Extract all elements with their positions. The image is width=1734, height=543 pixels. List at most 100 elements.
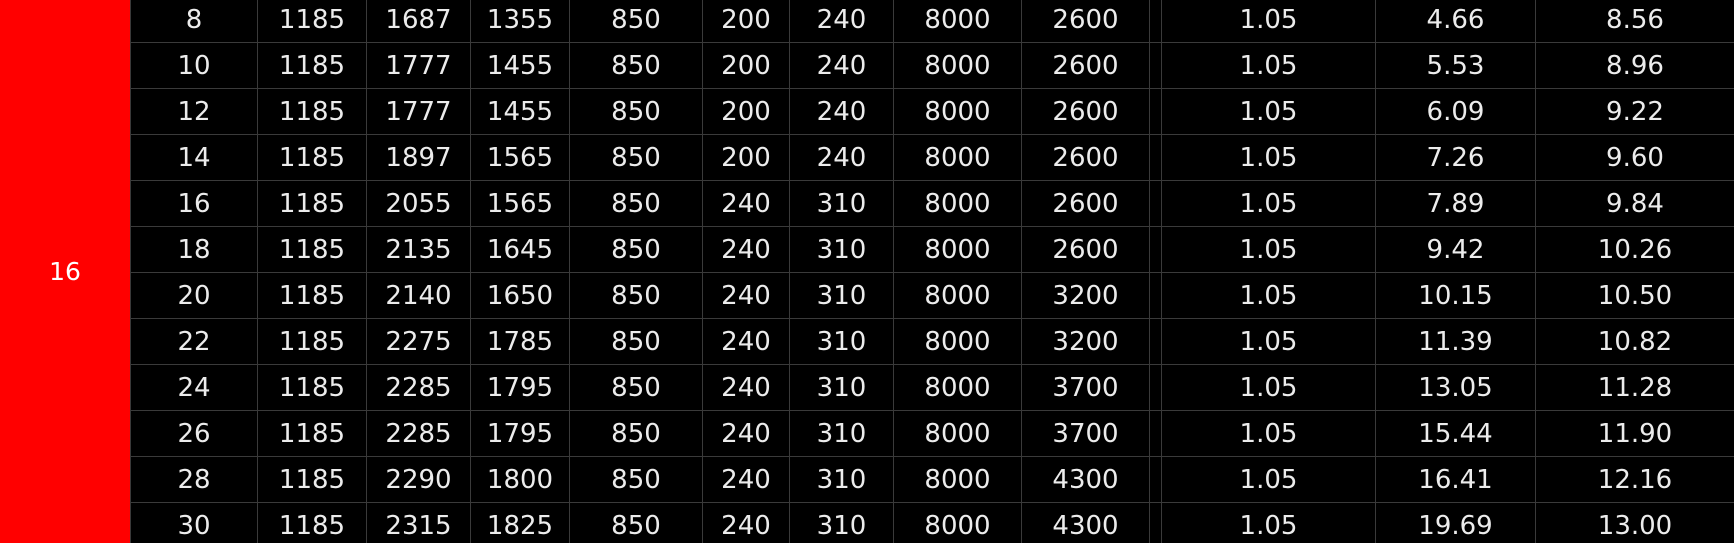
column-separator-cell[interactable]	[1149, 456, 1162, 503]
table-cell[interactable]: 240	[789, 134, 894, 181]
table-cell[interactable]: 9.60	[1535, 134, 1734, 181]
column-separator-cell[interactable]	[1149, 364, 1162, 411]
table-cell[interactable]: 4300	[1021, 456, 1150, 503]
table-cell[interactable]: 1.05	[1161, 0, 1376, 43]
table-cell[interactable]: 1.05	[1161, 134, 1376, 181]
table-cell[interactable]: 1455	[470, 88, 570, 135]
table-cell[interactable]: 240	[702, 410, 790, 457]
table-cell[interactable]: 7.89	[1375, 180, 1536, 227]
table-cell[interactable]: 8	[130, 0, 258, 43]
table-cell[interactable]: 240	[789, 42, 894, 89]
table-cell[interactable]: 1777	[366, 42, 471, 89]
table-cell[interactable]: 22	[130, 318, 258, 365]
table-cell[interactable]: 310	[789, 272, 894, 319]
merged-group-cell[interactable]: 16	[0, 0, 130, 543]
table-cell[interactable]: 28	[130, 456, 258, 503]
table-cell[interactable]: 1.05	[1161, 502, 1376, 543]
column-separator-cell[interactable]	[1149, 134, 1162, 181]
table-cell[interactable]: 8000	[893, 318, 1022, 365]
table-cell[interactable]: 4.66	[1375, 0, 1536, 43]
table-cell[interactable]: 240	[702, 180, 790, 227]
table-cell[interactable]: 1185	[257, 318, 367, 365]
table-cell[interactable]: 1.05	[1161, 364, 1376, 411]
table-cell[interactable]: 1687	[366, 0, 471, 43]
table-cell[interactable]: 1777	[366, 88, 471, 135]
table-cell[interactable]: 1185	[257, 226, 367, 273]
table-cell[interactable]: 850	[569, 180, 703, 227]
column-separator-cell[interactable]	[1149, 318, 1162, 365]
table-cell[interactable]: 3200	[1021, 272, 1150, 319]
table-cell[interactable]: 8000	[893, 226, 1022, 273]
table-cell[interactable]: 850	[569, 0, 703, 43]
table-cell[interactable]: 1185	[257, 134, 367, 181]
table-cell[interactable]: 8000	[893, 410, 1022, 457]
table-cell[interactable]: 1.05	[1161, 272, 1376, 319]
table-cell[interactable]: 4300	[1021, 502, 1150, 543]
table-cell[interactable]: 850	[569, 502, 703, 543]
table-cell[interactable]: 850	[569, 42, 703, 89]
table-cell[interactable]: 240	[789, 0, 894, 43]
table-cell[interactable]: 3700	[1021, 410, 1150, 457]
table-cell[interactable]: 850	[569, 272, 703, 319]
table-cell[interactable]: 1.05	[1161, 318, 1376, 365]
table-cell[interactable]: 1.05	[1161, 226, 1376, 273]
table-cell[interactable]: 1645	[470, 226, 570, 273]
table-cell[interactable]: 8.96	[1535, 42, 1734, 89]
column-separator-cell[interactable]	[1149, 410, 1162, 457]
table-cell[interactable]: 310	[789, 410, 894, 457]
table-cell[interactable]: 310	[789, 318, 894, 365]
table-cell[interactable]: 2290	[366, 456, 471, 503]
table-cell[interactable]: 9.84	[1535, 180, 1734, 227]
table-cell[interactable]: 240	[702, 272, 790, 319]
table-cell[interactable]: 12	[130, 88, 258, 135]
table-cell[interactable]: 1.05	[1161, 180, 1376, 227]
table-cell[interactable]: 240	[702, 364, 790, 411]
table-cell[interactable]: 8000	[893, 456, 1022, 503]
table-cell[interactable]: 1185	[257, 502, 367, 543]
table-cell[interactable]: 10.26	[1535, 226, 1734, 273]
table-cell[interactable]: 2315	[366, 502, 471, 543]
column-separator-cell[interactable]	[1149, 502, 1162, 543]
table-cell[interactable]: 8000	[893, 134, 1022, 181]
table-cell[interactable]: 2285	[366, 364, 471, 411]
table-cell[interactable]: 200	[702, 0, 790, 43]
table-cell[interactable]: 2135	[366, 226, 471, 273]
table-cell[interactable]: 310	[789, 364, 894, 411]
table-cell[interactable]: 1800	[470, 456, 570, 503]
table-cell[interactable]: 240	[702, 226, 790, 273]
table-cell[interactable]: 850	[569, 88, 703, 135]
table-cell[interactable]: 8000	[893, 42, 1022, 89]
table-cell[interactable]: 8000	[893, 364, 1022, 411]
table-cell[interactable]: 240	[789, 88, 894, 135]
column-separator-cell[interactable]	[1149, 0, 1162, 43]
table-cell[interactable]: 1185	[257, 456, 367, 503]
table-cell[interactable]: 200	[702, 42, 790, 89]
table-cell[interactable]: 200	[702, 88, 790, 135]
table-cell[interactable]: 1.05	[1161, 410, 1376, 457]
table-cell[interactable]: 1.05	[1161, 42, 1376, 89]
table-cell[interactable]: 18	[130, 226, 258, 273]
table-cell[interactable]: 14	[130, 134, 258, 181]
table-cell[interactable]: 15.44	[1375, 410, 1536, 457]
table-cell[interactable]: 5.53	[1375, 42, 1536, 89]
table-cell[interactable]: 1.05	[1161, 88, 1376, 135]
column-separator-cell[interactable]	[1149, 272, 1162, 319]
table-cell[interactable]: 9.22	[1535, 88, 1734, 135]
table-cell[interactable]: 19.69	[1375, 502, 1536, 543]
table-cell[interactable]: 240	[702, 318, 790, 365]
table-cell[interactable]: 1897	[366, 134, 471, 181]
table-cell[interactable]: 2275	[366, 318, 471, 365]
column-separator-cell[interactable]	[1149, 42, 1162, 89]
table-cell[interactable]: 1.05	[1161, 456, 1376, 503]
table-cell[interactable]: 20	[130, 272, 258, 319]
table-cell[interactable]: 200	[702, 134, 790, 181]
table-cell[interactable]: 3700	[1021, 364, 1150, 411]
table-cell[interactable]: 310	[789, 226, 894, 273]
table-cell[interactable]: 1565	[470, 134, 570, 181]
table-cell[interactable]: 13.00	[1535, 502, 1734, 543]
table-cell[interactable]: 13.05	[1375, 364, 1536, 411]
table-cell[interactable]: 2055	[366, 180, 471, 227]
table-cell[interactable]: 1785	[470, 318, 570, 365]
table-cell[interactable]: 240	[702, 502, 790, 543]
table-cell[interactable]: 8000	[893, 180, 1022, 227]
